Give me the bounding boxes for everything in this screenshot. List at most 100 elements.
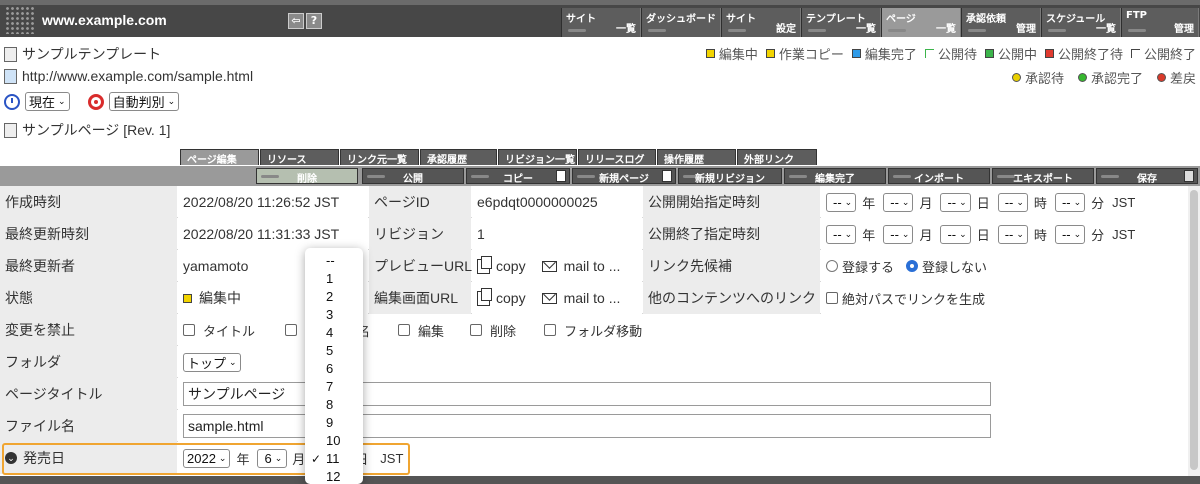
copy-icon[interactable] [477,287,492,306]
day-option[interactable]: 7 [305,378,363,396]
edit-complete-button[interactable]: 編集完了 [784,168,886,185]
tab-bar: ページ編集 リソース リンク元一覧 承認履歴 リビジョン一覧 リリースログ 操作… [180,149,817,166]
lock-edit-checkbox[interactable] [398,324,411,336]
back-icon[interactable]: ⇦ [288,13,304,29]
scrollbar-thumb[interactable] [1190,190,1198,470]
lock-title-checkbox[interactable] [183,324,195,336]
year-select[interactable]: -- ⌄ [826,224,857,244]
mail-icon[interactable] [541,260,557,272]
day-dropdown-menu[interactable]: -- 1 2 3 4 5 6 7 8 9 10 ✓ 11 12 [305,248,363,484]
tab-external-links[interactable]: 外部リンク [737,149,817,166]
tab-page-edit[interactable]: ページ編集 [180,149,259,166]
tab-operation-history[interactable]: 操作履歴 [657,149,736,166]
created-label: 作成時刻 [0,186,177,218]
month-select[interactable]: -- ⌄ [883,224,914,244]
legend-status-item: 公開終了待 [1044,44,1123,63]
tab-approval-history[interactable]: 承認履歴 [420,149,497,166]
day-option[interactable]: 2 [305,288,363,306]
day-option[interactable]: 9 [305,414,363,432]
chevron-down-icon: ⌄ [844,196,853,207]
day-option[interactable]: 3 [305,306,363,324]
filename-label: ファイル名 [0,410,177,442]
minute-select[interactable]: -- ⌄ [1054,224,1086,244]
day-option[interactable]: 6 [305,360,363,378]
lock-delete-checkbox[interactable] [470,324,483,336]
nav-template-list[interactable]: テンプレート 一覧 [801,8,881,37]
nav-site-settings[interactable]: サイト 設定 [721,8,801,37]
folder-label: フォルダ [0,346,177,378]
nav-site-list[interactable]: サイト 一覧 [561,8,641,37]
time-select[interactable]: 現在 ⌄ [25,92,70,111]
copy-icon[interactable] [477,255,492,274]
abs-path-checkbox[interactable] [826,292,838,304]
page-url[interactable]: http://www.example.com/sample.html [22,68,253,84]
new-revision-button[interactable]: 新規リビジョン [678,168,782,185]
page-icon [556,170,566,182]
url-line: http://www.example.com/sample.html [4,68,253,84]
register-no-radio[interactable] [906,260,919,272]
day-option[interactable]: -- [305,252,363,270]
chevron-down-icon: ⌄ [58,96,66,106]
tab-revisions[interactable]: リビジョン一覧 [498,149,577,166]
day-option[interactable]: 4 [305,324,363,342]
copy-button[interactable]: コピー [466,168,570,185]
nav-dashboard[interactable]: ダッシュボード [641,8,721,37]
form-row: 最終更新者 yamamoto プレビューURL copy mail to ...… [0,250,1188,282]
hour-select[interactable]: -- ⌄ [997,224,1028,244]
folder-select[interactable]: トップ ⌄ [183,352,241,372]
hour-select[interactable]: -- ⌄ [997,192,1028,212]
nav-schedule[interactable]: スケジュール 一覧 [1041,8,1121,37]
scrollbar[interactable] [1188,186,1200,484]
delete-button[interactable]: 削除 [256,168,358,185]
form-row: 変更を禁止 タイトル 名 編集 削除 フォルダ移動 [0,314,1188,346]
lock-name-checkbox[interactable] [285,324,298,336]
save-icon [1184,170,1194,182]
edit-url-copy-link[interactable]: copy [496,290,526,306]
preview-mail-link[interactable]: mail to ... [564,258,621,274]
legend-status-item: 公開終了 [1130,44,1196,63]
day-option[interactable]: 8 [305,396,363,414]
lock-move-checkbox[interactable] [544,324,557,336]
import-button[interactable]: インポート [888,168,990,185]
day-option[interactable]: 5 [305,342,363,360]
judge-select[interactable]: 自動判別 ⌄ [108,92,180,111]
status-color-icon [1130,49,1140,58]
help-icon[interactable]: ? [306,13,322,29]
edit-url-mail-link[interactable]: mail to ... [564,290,621,306]
nav-ftp[interactable]: FTP 管理 [1121,8,1199,37]
page-form: 作成時刻 2022/08/20 11:26:52 JST ページID e6pdq… [0,186,1188,474]
tab-link-sources[interactable]: リンク元一覧 [340,149,419,166]
month-select[interactable]: -- ⌄ [883,192,914,212]
minute-select[interactable]: -- ⌄ [1054,192,1086,212]
chevron-down-icon: ⌄ [167,96,176,106]
nav-approval[interactable]: 承認依頼 管理 [961,8,1041,37]
day-select[interactable]: -- ⌄ [940,224,971,244]
created-value: 2022/08/20 11:26:52 JST [178,186,368,218]
site-url[interactable]: www.example.com [42,12,167,28]
checkmark-icon: ✓ [311,452,322,466]
edit-url-label: 編集画面URL [369,282,471,314]
lock-label: 変更を禁止 [0,314,177,346]
template-name: サンプルテンプレート [22,46,162,62]
legend-approval-item: 承認待 [1011,68,1064,87]
top-bar: www.example.com ⇦ ? サイト 一覧 ダッシュボード サイト 設定 … [0,0,1200,37]
preview-copy-link[interactable]: copy [496,258,526,274]
nav-page-list[interactable]: ページ 一覧 [881,8,961,37]
new-page-button[interactable]: 新規ページ [572,168,676,185]
day-option[interactable]: 12 [305,468,363,484]
action-bar: 削除 公開 コピー 新規ページ 新規リビジョン 編集完了 インポート エキスポー… [0,166,1200,186]
export-button[interactable]: エキスポート [992,168,1094,185]
save-button[interactable]: 保存 [1096,168,1198,185]
day-option[interactable]: ✓ 11 [305,450,363,468]
logo-icon[interactable] [5,6,35,34]
day-option[interactable]: 10 [305,432,363,450]
tab-release-log[interactable]: リリースログ [578,149,656,166]
day-select[interactable]: -- ⌄ [940,192,971,212]
year-select[interactable]: -- ⌄ [826,192,857,212]
register-yes-radio[interactable] [826,260,838,272]
publish-button[interactable]: 公開 [362,168,464,185]
tab-resources[interactable]: リソース [260,149,339,166]
mail-icon[interactable] [541,292,557,304]
edit-url-actions: copy mail to ... [472,282,642,314]
day-option[interactable]: 1 [305,270,363,288]
